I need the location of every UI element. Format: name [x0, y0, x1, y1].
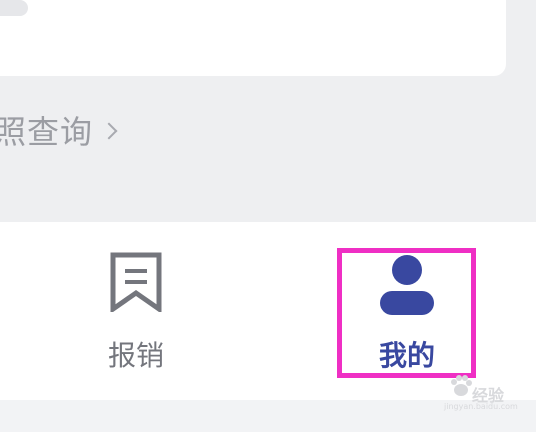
query-link[interactable]: 照查询: [0, 108, 118, 152]
bookmark-list-icon: [110, 252, 162, 312]
tab-baoxiao[interactable]: 报销: [66, 252, 206, 382]
chevron-right-icon: [100, 122, 118, 140]
bottom-tab-bar: 报销 我的: [0, 222, 536, 400]
footer-strip: [0, 400, 536, 432]
tab-label: 报销: [107, 339, 164, 372]
query-link-label: 照查询: [0, 113, 94, 151]
tab-wode[interactable]: 我的: [337, 252, 477, 382]
placeholder-bar: [0, 0, 28, 16]
top-card: [0, 0, 506, 76]
user-profile-icon: [380, 255, 434, 315]
tab-label: 我的: [378, 339, 435, 372]
